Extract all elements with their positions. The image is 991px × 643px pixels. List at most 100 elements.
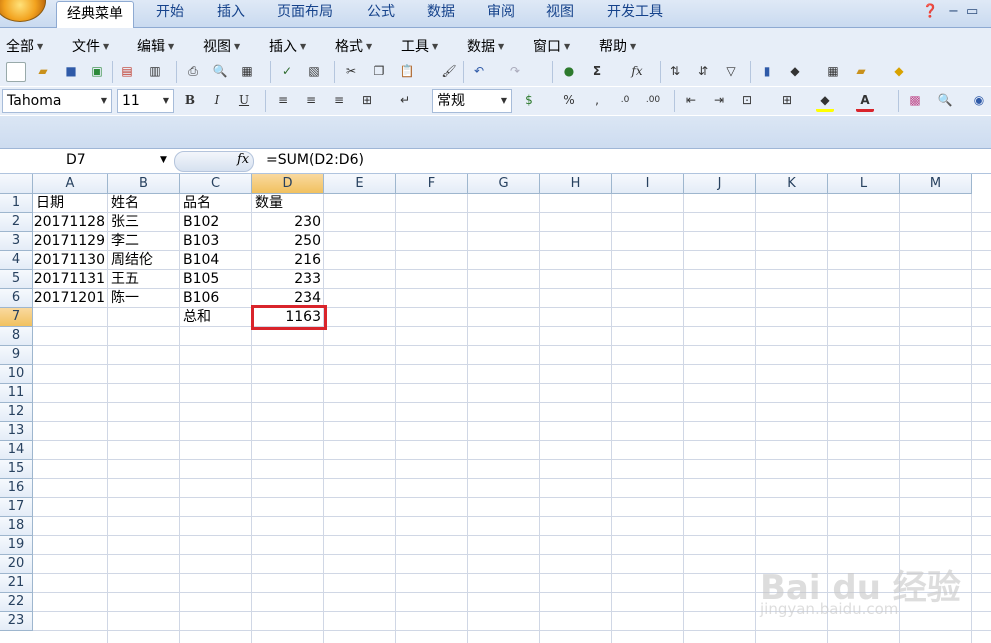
office-button[interactable] [0,0,46,22]
cell-c4[interactable]: B104 [180,251,252,270]
row-header-10[interactable]: 10 [0,365,33,384]
font-color-icon[interactable]: A [856,91,874,112]
font-size-select[interactable]: 11 ▼ [117,89,174,113]
cell-c7[interactable]: 总和 [180,308,252,327]
redo-icon[interactable]: ↷ [506,62,524,80]
row-header-5[interactable]: 5 [0,270,33,289]
chevron-down-icon[interactable]: ▼ [160,150,167,171]
sort-ascending-icon[interactable]: ⇅ [666,62,684,80]
cell-c2[interactable]: B102 [180,213,252,232]
underline-icon[interactable]: U [235,91,253,109]
shapes-icon[interactable]: ◆ [786,62,804,80]
column-header-g[interactable]: G [468,174,540,194]
row-header-1[interactable]: 1 [0,194,33,213]
decrease-indent-icon[interactable]: ⇤ [682,91,700,109]
tab-formulas[interactable]: 公式 [357,0,405,27]
tab-data[interactable]: 数据 [417,0,465,27]
row-header-12[interactable]: 12 [0,403,33,422]
gridlines-icon[interactable]: ▦ [824,62,842,80]
row-header-21[interactable]: 21 [0,574,33,593]
tab-page-layout[interactable]: 页面布局 [267,0,343,27]
cell-c3[interactable]: B103 [180,232,252,251]
comma-style-icon[interactable]: , [588,91,606,109]
spelling-icon[interactable]: ✓ [278,62,296,80]
row-header-15[interactable]: 15 [0,460,33,479]
menu-view[interactable]: 视图 ▼ [203,36,240,56]
insert-function-icon[interactable]: fx [628,62,646,80]
cell-a6[interactable]: 20171201 [33,289,108,308]
cell-d5[interactable]: 233 [252,270,324,289]
column-header-m[interactable]: M [900,174,972,194]
column-header-l[interactable]: L [828,174,900,194]
menu-file[interactable]: 文件 ▼ [72,36,109,56]
restore-icon[interactable]: ▭ [966,4,978,19]
column-header-k[interactable]: K [756,174,828,194]
cell-b2[interactable]: 张三 [108,213,180,232]
chart-icon[interactable]: ▮ [758,62,776,80]
row-header-18[interactable]: 18 [0,517,33,536]
hyperlink-icon[interactable]: ● [560,62,578,80]
percent-icon[interactable]: % [560,91,578,109]
cell-b6[interactable]: 陈一 [108,289,180,308]
cell-a3[interactable]: 20171129 [33,232,108,251]
cell-d1[interactable]: 数量 [252,194,324,213]
cut-icon[interactable]: ✂ [342,62,360,80]
row-header-14[interactable]: 14 [0,441,33,460]
tab-insert[interactable]: 插入 [207,0,255,27]
permission-icon[interactable]: ▥ [146,62,164,80]
font-name-select[interactable]: Tahoma ▼ [2,89,112,113]
row-header-17[interactable]: 17 [0,498,33,517]
format-painter-icon[interactable]: 🖌 [440,62,458,80]
tab-classic-menu[interactable]: 经典菜单 [56,1,134,29]
cell-c1[interactable]: 品名 [180,194,252,213]
formula-input[interactable]: =SUM(D2:D6) [266,152,364,168]
select-all-corner[interactable] [0,174,33,194]
row-header-6[interactable]: 6 [0,289,33,308]
cell-a4[interactable]: 20171130 [33,251,108,270]
row-header-7[interactable]: 7 [0,308,33,327]
currency-icon[interactable]: $ [520,91,538,109]
undo-icon[interactable]: ↶ [470,62,488,80]
cell-a1[interactable]: 日期 [33,194,108,213]
row-header-16[interactable]: 16 [0,479,33,498]
cell-a5[interactable]: 20171131 [33,270,108,289]
column-header-c[interactable]: C [180,174,252,194]
help-icon[interactable]: ❓ [922,4,938,19]
italic-icon[interactable]: I [208,91,226,109]
cell-a2[interactable]: 20171128 [33,213,108,232]
find-icon[interactable]: 🔍 [936,91,954,109]
filter-icon[interactable]: ▽ [722,62,740,80]
cell-d2[interactable]: 230 [252,213,324,232]
name-box[interactable]: D7 ▼ [0,150,170,171]
cell-d3[interactable]: 250 [252,232,324,251]
column-header-h[interactable]: H [540,174,612,194]
bold-icon[interactable]: B [181,91,199,109]
column-header-e[interactable]: E [324,174,396,194]
styles-icon[interactable]: ▩ [906,91,924,109]
border-style-icon[interactable]: ⊡ [738,91,756,109]
menu-insert[interactable]: 插入 ▼ [269,36,306,56]
open-folder-icon[interactable]: ▰ [34,62,52,80]
macro-icon[interactable]: ◆ [890,62,908,80]
number-format-select[interactable]: 常规 ▼ [432,89,512,113]
save-icon[interactable]: ■ [62,62,80,80]
row-header-20[interactable]: 20 [0,555,33,574]
row-header-19[interactable]: 19 [0,536,33,555]
row-header-2[interactable]: 2 [0,213,33,232]
cell-b5[interactable]: 王五 [108,270,180,289]
tab-view[interactable]: 视图 [536,0,584,27]
menu-tools[interactable]: 工具 ▼ [401,36,438,56]
insert-function-icon[interactable]: fx [237,152,249,167]
merge-center-icon[interactable]: ⊞ [358,91,376,109]
decrease-decimal-icon[interactable]: .00 [644,91,662,109]
fill-color-icon[interactable]: ◆ [816,91,834,112]
align-left-icon[interactable]: ≡ [274,91,292,109]
print-options-icon[interactable]: ▦ [238,62,256,80]
menu-edit[interactable]: 编辑 ▼ [137,36,174,56]
tab-home[interactable]: 开始 [146,0,194,27]
row-header-9[interactable]: 9 [0,346,33,365]
sort-descending-icon[interactable]: ⇵ [694,62,712,80]
cell-c5[interactable]: B105 [180,270,252,289]
menu-help[interactable]: 帮助 ▼ [599,36,636,56]
column-header-a[interactable]: A [33,174,108,194]
